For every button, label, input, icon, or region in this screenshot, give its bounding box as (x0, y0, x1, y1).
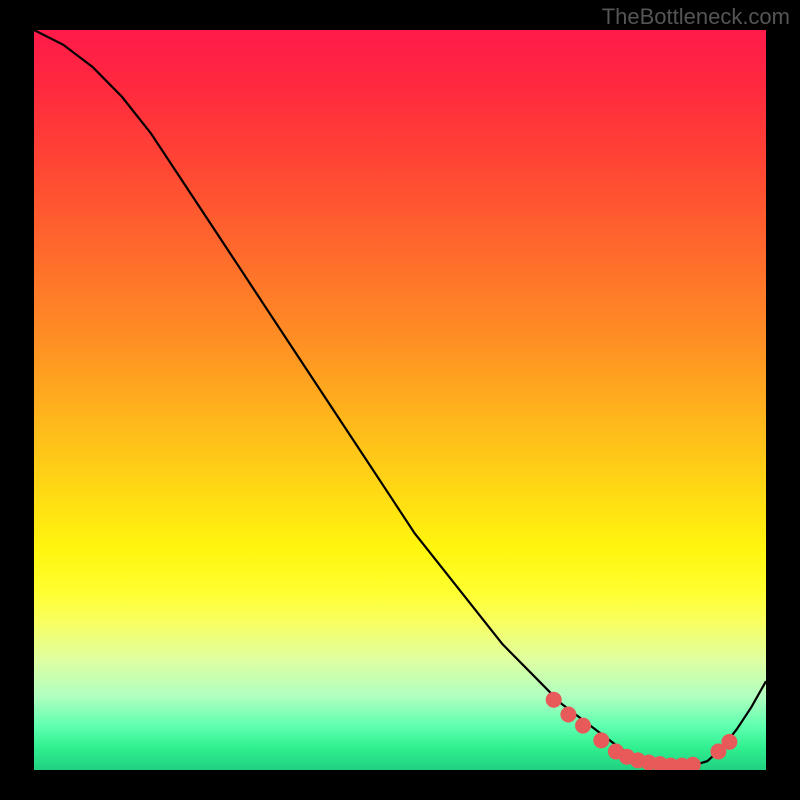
chart-data-point (685, 757, 701, 770)
chart-data-point (546, 692, 562, 708)
chart-data-point (560, 707, 576, 723)
chart-svg (34, 30, 766, 770)
chart-data-point (575, 718, 591, 734)
chart-data-point (721, 734, 737, 750)
watermark-text: TheBottleneck.com (602, 4, 790, 30)
chart-curve-line (34, 30, 766, 766)
chart-plot-area (34, 30, 766, 770)
chart-data-points (546, 692, 738, 770)
chart-data-point (593, 732, 609, 748)
